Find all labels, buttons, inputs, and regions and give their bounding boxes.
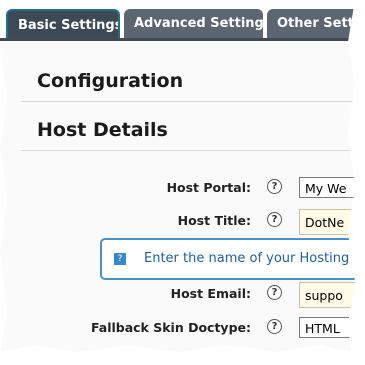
host-title-tooltip: ? Enter the name of your Hosting bbox=[100, 238, 355, 280]
configuration-section[interactable]: Configuration bbox=[21, 62, 355, 102]
help-icon[interactable]: ? bbox=[267, 319, 282, 334]
tab-advanced-settings[interactable]: Advanced Settings bbox=[124, 9, 263, 38]
host-email-label: Host Email: bbox=[170, 286, 251, 301]
host-portal-field[interactable]: My We bbox=[299, 177, 355, 198]
settings-panel: Basic Settings Advanced Settings Other S… bbox=[0, 0, 355, 352]
host-details-section[interactable]: Host Details bbox=[21, 111, 355, 151]
tab-basic-settings[interactable]: Basic Settings bbox=[6, 9, 120, 38]
tab-other-settings[interactable]: Other Setti bbox=[267, 9, 355, 38]
info-icon: ? bbox=[114, 253, 126, 265]
configuration-heading: Configuration bbox=[37, 70, 184, 92]
tooltip-text: Enter the name of your Hosting bbox=[144, 251, 350, 266]
host-email-field[interactable]: suppo bbox=[299, 282, 355, 308]
help-icon[interactable]: ? bbox=[267, 179, 282, 194]
host-portal-label: Host Portal: bbox=[166, 180, 251, 195]
host-details-heading: Host Details bbox=[37, 119, 168, 141]
help-icon[interactable]: ? bbox=[267, 285, 282, 300]
host-title-label: Host Title: bbox=[177, 213, 251, 228]
help-icon[interactable]: ? bbox=[267, 212, 282, 227]
host-title-field[interactable]: DotNe bbox=[299, 209, 355, 235]
fallback-skin-doctype-select[interactable]: HTML bbox=[299, 317, 355, 338]
tab-bar: Basic Settings Advanced Settings Other S… bbox=[0, 0, 355, 41]
fallback-skin-doctype-label: Fallback Skin Doctype: bbox=[90, 320, 251, 335]
